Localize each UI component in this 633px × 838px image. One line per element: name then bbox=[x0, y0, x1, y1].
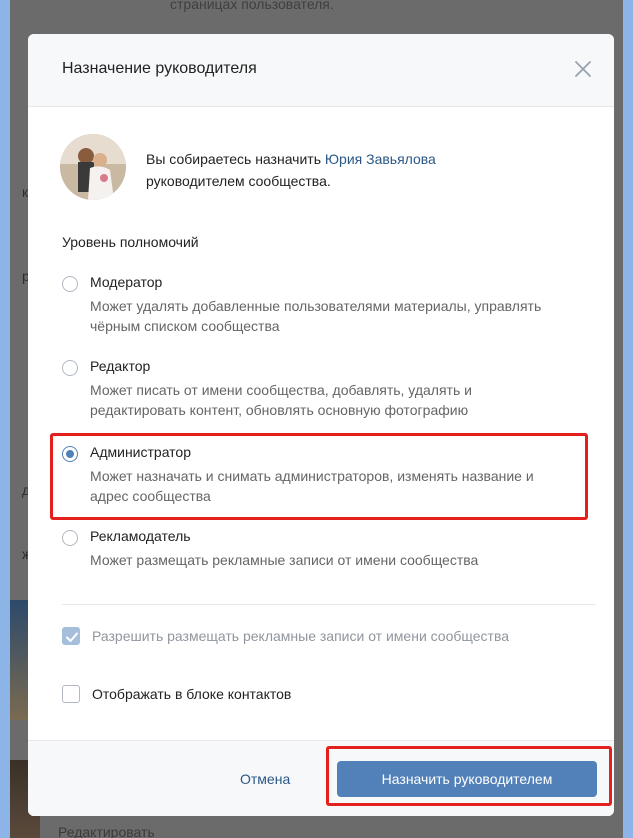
permissions-title: Уровень полномочий bbox=[62, 234, 199, 250]
assign-message-prefix: Вы собираетесь назначить bbox=[146, 151, 325, 167]
administrator-highlight bbox=[50, 433, 588, 520]
cancel-button[interactable]: Отмена bbox=[240, 771, 290, 787]
radio-advertiser[interactable] bbox=[62, 530, 78, 546]
show-in-contacts-checkbox[interactable] bbox=[62, 685, 80, 703]
assign-button-highlight bbox=[326, 746, 612, 806]
option-description: Может размещать рекламные записи от имен… bbox=[90, 552, 479, 568]
radio-editor[interactable] bbox=[62, 360, 78, 376]
user-info: Вы собираетесь назначить Юрия Завьялова … bbox=[60, 134, 580, 210]
assign-message: Вы собираетесь назначить Юрия Завьялова … bbox=[146, 148, 436, 192]
option-label[interactable]: Рекламодатель bbox=[90, 528, 191, 544]
checkmark-icon bbox=[66, 632, 78, 642]
dialog-title: Назначение руководителя bbox=[62, 60, 257, 77]
user-name-link[interactable]: Юрия Завьялова bbox=[325, 151, 436, 167]
allow-ads-label: Разрешить размещать рекламные записи от … bbox=[92, 628, 510, 644]
divider bbox=[62, 604, 596, 605]
assign-manager-dialog: Назначение руководителя Вы собираетесь н… bbox=[28, 34, 614, 816]
option-description: Может писать от имени сообщества, добавл… bbox=[90, 382, 472, 418]
allow-ads-checkbox[interactable] bbox=[62, 627, 80, 645]
show-in-contacts-label[interactable]: Отображать в блоке контактов bbox=[92, 684, 291, 704]
avatar[interactable] bbox=[60, 134, 126, 200]
option-label[interactable]: Редактор bbox=[90, 358, 150, 374]
background-bottom-text: Редактировать bbox=[58, 824, 155, 838]
option-label[interactable]: Модератор bbox=[90, 274, 162, 290]
radio-moderator[interactable] bbox=[62, 276, 78, 292]
background-top-text: страницах пользователя. bbox=[170, 0, 334, 12]
close-icon[interactable] bbox=[574, 60, 592, 78]
assign-message-suffix: руководителем сообщества. bbox=[146, 173, 331, 189]
dialog-header: Назначение руководителя bbox=[28, 34, 614, 107]
option-description: Может удалять добавленные пользователями… bbox=[90, 298, 542, 334]
